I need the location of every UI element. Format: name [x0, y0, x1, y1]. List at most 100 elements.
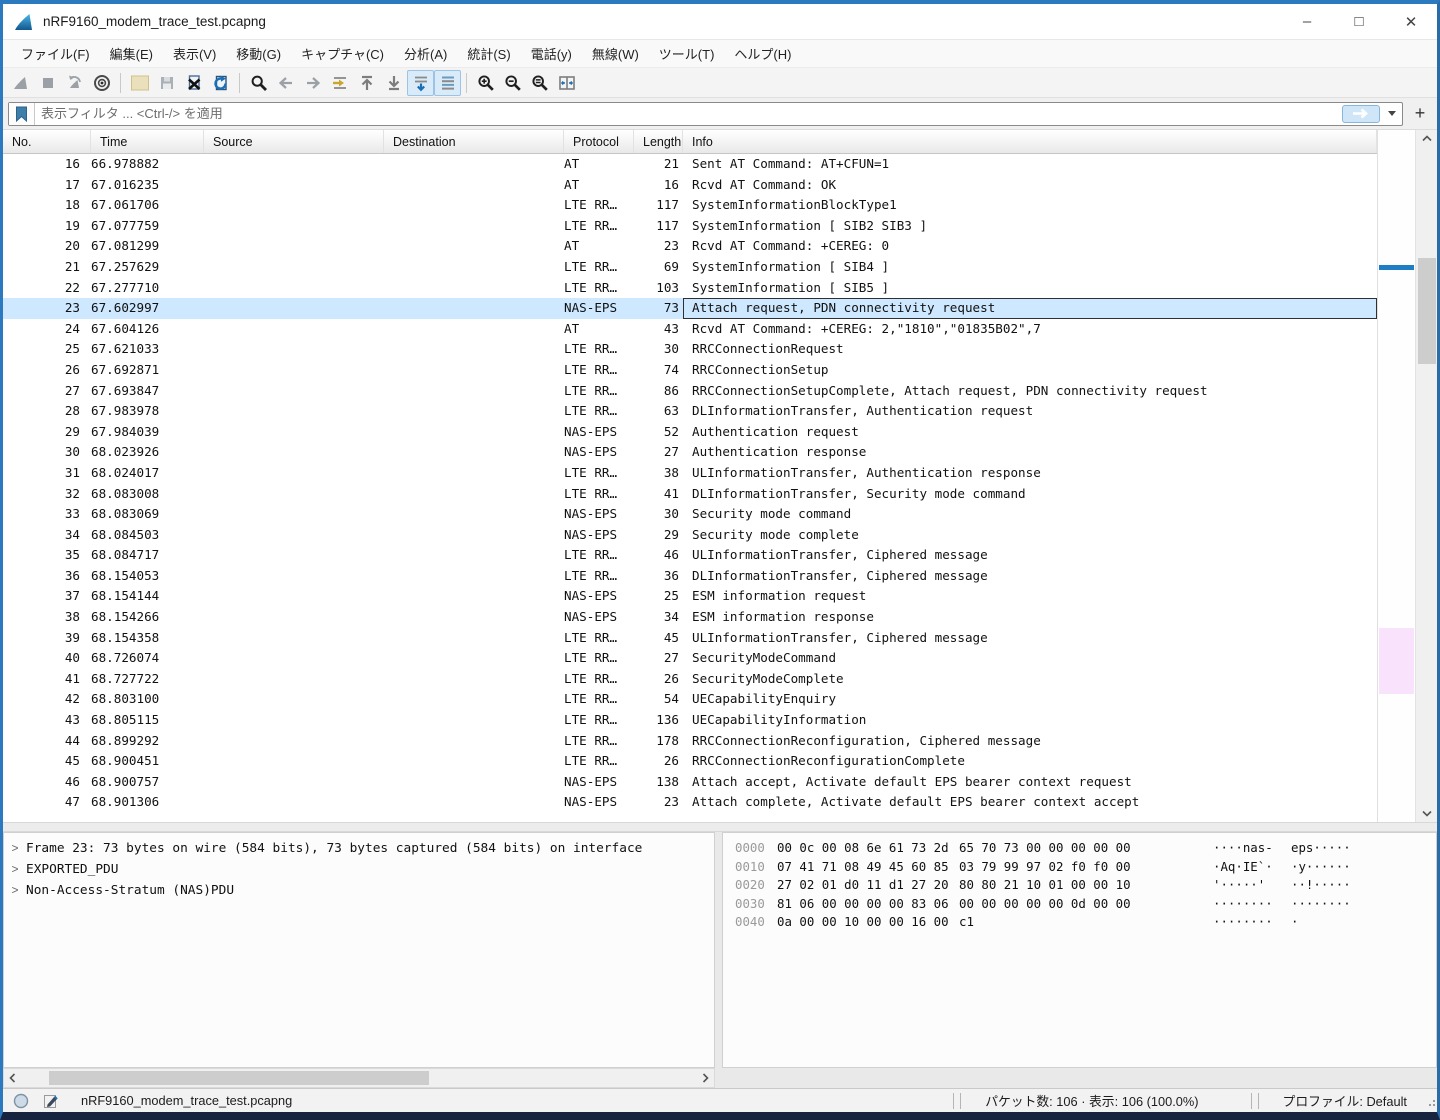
menu-item-2[interactable]: 表示(V) [163, 40, 226, 67]
packet-row-31[interactable]: 3168.024017LTE RR…38ULInformationTransfe… [3, 463, 1377, 484]
menu-item-8[interactable]: 無線(W) [582, 40, 649, 67]
scroll-up-arrow[interactable] [1416, 130, 1437, 147]
vertical-scrollbar-thumb[interactable] [1418, 258, 1436, 364]
packet-row-43[interactable]: 4368.805115LTE RR…136UECapabilityInforma… [3, 710, 1377, 731]
menu-item-10[interactable]: ヘルプ(H) [724, 40, 801, 67]
go-back-button[interactable] [272, 70, 299, 96]
packet-row-27[interactable]: 2767.693847LTE RR…86RRCConnectionSetupCo… [3, 381, 1377, 402]
save-file-button[interactable] [153, 70, 180, 96]
detail-pane-horizontal-scrollbar[interactable] [3, 1068, 715, 1088]
go-to-top-button[interactable] [353, 70, 380, 96]
zoom-out-button[interactable] [499, 70, 526, 96]
column-header-no[interactable]: No. [3, 130, 91, 153]
packet-row-18[interactable]: 1867.061706LTE RR…117SystemInformationBl… [3, 195, 1377, 216]
go-forward-button[interactable] [299, 70, 326, 96]
expert-info-button[interactable] [9, 1091, 33, 1111]
packet-row-39[interactable]: 3968.154358LTE RR…45ULInformationTransfe… [3, 628, 1377, 649]
menu-item-6[interactable]: 統計(S) [457, 40, 520, 67]
apply-filter-button[interactable] [1342, 105, 1380, 123]
packet-row-26[interactable]: 2667.692871LTE RR…74RRCConnectionSetup [3, 360, 1377, 381]
column-header-protocol[interactable]: Protocol [564, 130, 634, 153]
go-to-bottom-button[interactable] [380, 70, 407, 96]
packet-row-40[interactable]: 4068.726074LTE RR…27SecurityModeCommand [3, 648, 1377, 669]
packet-row-24[interactable]: 2467.604126AT43Rcvd AT Command: +CEREG: … [3, 319, 1377, 340]
menu-item-5[interactable]: 分析(A) [394, 40, 457, 67]
colorize-toggle[interactable] [434, 70, 461, 96]
open-file-button[interactable] [126, 70, 153, 96]
packet-row-21[interactable]: 2167.257629LTE RR…69SystemInformation [ … [3, 257, 1377, 278]
column-header-time[interactable]: Time [91, 130, 204, 153]
menu-item-3[interactable]: 移動(G) [226, 40, 291, 67]
packet-row-42[interactable]: 4268.803100LTE RR…54UECapabilityEnquiry [3, 689, 1377, 710]
auto-scroll-toggle[interactable] [407, 70, 434, 96]
packet-row-38[interactable]: 3868.154266NAS-EPS34ESM information resp… [3, 607, 1377, 628]
stop-capture-button[interactable] [34, 70, 61, 96]
menu-item-1[interactable]: 編集(E) [100, 40, 163, 67]
column-header-source[interactable]: Source [204, 130, 384, 153]
filter-bookmark-button[interactable] [9, 103, 35, 125]
packet-row-46[interactable]: 4668.900757NAS-EPS138Attach accept, Acti… [3, 772, 1377, 793]
packet-row-29[interactable]: 2967.984039NAS-EPS52Authentication reque… [3, 422, 1377, 443]
packet-row-44[interactable]: 4468.899292LTE RR…178RRCConnectionReconf… [3, 731, 1377, 752]
start-capture-button[interactable] [7, 70, 34, 96]
menu-item-4[interactable]: キャプチャ(C) [291, 40, 394, 67]
packet-row-47[interactable]: 4768.901306NAS-EPS23Attach complete, Act… [3, 792, 1377, 813]
capture-comment-button[interactable] [39, 1091, 63, 1111]
close-file-button[interactable] [180, 70, 207, 96]
packet-row-22[interactable]: 2267.277710LTE RR…103SystemInformation [… [3, 278, 1377, 299]
resize-columns-button[interactable] [553, 70, 580, 96]
display-filter-input[interactable] [35, 106, 1342, 121]
status-profile[interactable]: プロファイル: Default [1271, 1091, 1415, 1110]
pane-splitter[interactable] [3, 822, 1437, 832]
scroll-down-arrow[interactable] [1416, 805, 1437, 822]
zoom-reset-button[interactable] [526, 70, 553, 96]
intelligent-scrollbar-minimap[interactable] [1377, 130, 1415, 822]
add-filter-button[interactable]: + [1409, 102, 1431, 126]
packet-row-33[interactable]: 3368.083069NAS-EPS30Security mode comman… [3, 504, 1377, 525]
pane-divider[interactable] [715, 832, 722, 1068]
packet-row-28[interactable]: 2867.983978LTE RR…63DLInformationTransfe… [3, 401, 1377, 422]
menu-item-7[interactable]: 電話(y) [521, 40, 582, 67]
packet-row-36[interactable]: 3668.154053LTE RR…36DLInformationTransfe… [3, 566, 1377, 587]
zoom-in-button[interactable] [472, 70, 499, 96]
detail-tree-row-1[interactable]: >EXPORTED_PDU [4, 859, 714, 880]
hex-row-0010[interactable]: 001007 41 71 08 49 45 60 8503 79 99 97 0… [735, 858, 1436, 877]
packet-row-19[interactable]: 1967.077759LTE RR…117SystemInformation [… [3, 216, 1377, 237]
packet-row-41[interactable]: 4168.727722LTE RR…26SecurityModeComplete [3, 669, 1377, 690]
find-packet-button[interactable] [245, 70, 272, 96]
packet-row-30[interactable]: 3068.023926NAS-EPS27Authentication respo… [3, 442, 1377, 463]
packet-row-35[interactable]: 3568.084717LTE RR…46ULInformationTransfe… [3, 545, 1377, 566]
packet-row-45[interactable]: 4568.900451LTE RR…26RRCConnectionReconfi… [3, 751, 1377, 772]
capture-options-button[interactable] [88, 70, 115, 96]
packet-row-25[interactable]: 2567.621033LTE RR…30RRCConnectionRequest [3, 339, 1377, 360]
detail-tree-row-2[interactable]: >Non-Access-Stratum (NAS)PDU [4, 880, 714, 901]
packet-row-34[interactable]: 3468.084503NAS-EPS29Security mode comple… [3, 525, 1377, 546]
expand-chevron-icon[interactable]: > [4, 859, 26, 880]
window-resize-grip[interactable] [1425, 1096, 1435, 1106]
packet-row-32[interactable]: 3268.083008LTE RR…41DLInformationTransfe… [3, 484, 1377, 505]
packet-row-20[interactable]: 2067.081299AT23Rcvd AT Command: +CEREG: … [3, 236, 1377, 257]
packet-list-vertical-scrollbar[interactable] [1415, 130, 1437, 822]
hex-row-0030[interactable]: 003081 06 00 00 00 00 83 0600 00 00 00 0… [735, 895, 1436, 914]
reload-file-button[interactable] [207, 70, 234, 96]
column-header-length[interactable]: Length [634, 130, 683, 153]
filter-dropdown-caret[interactable] [1384, 105, 1400, 123]
packet-row-17[interactable]: 1767.016235AT16Rcvd AT Command: OK [3, 175, 1377, 196]
hex-row-0040[interactable]: 00400a 00 00 10 00 00 16 00c1········· [735, 913, 1436, 932]
expand-chevron-icon[interactable]: > [4, 880, 26, 901]
horizontal-scrollbar-thumb[interactable] [49, 1071, 429, 1085]
menu-item-9[interactable]: ツール(T) [649, 40, 725, 67]
go-to-packet-button[interactable] [326, 70, 353, 96]
menu-item-0[interactable]: ファイル(F) [11, 40, 100, 67]
column-header-destination[interactable]: Destination [384, 130, 564, 153]
minimize-button[interactable]: – [1281, 4, 1333, 39]
column-header-info[interactable]: Info [683, 130, 1377, 153]
hex-row-0020[interactable]: 002027 02 01 d0 11 d1 27 2080 80 21 10 0… [735, 876, 1436, 895]
hex-row-0000[interactable]: 000000 0c 00 08 6e 61 73 2d65 70 73 00 0… [735, 839, 1436, 858]
scroll-left-arrow[interactable] [4, 1069, 21, 1087]
expand-chevron-icon[interactable]: > [4, 838, 26, 859]
packet-row-37[interactable]: 3768.154144NAS-EPS25ESM information requ… [3, 586, 1377, 607]
restart-capture-button[interactable] [61, 70, 88, 96]
detail-tree-row-0[interactable]: >Frame 23: 73 bytes on wire (584 bits), … [4, 838, 714, 859]
packet-row-23[interactable]: 2367.602997NAS-EPS73Attach request, PDN … [3, 298, 1377, 319]
